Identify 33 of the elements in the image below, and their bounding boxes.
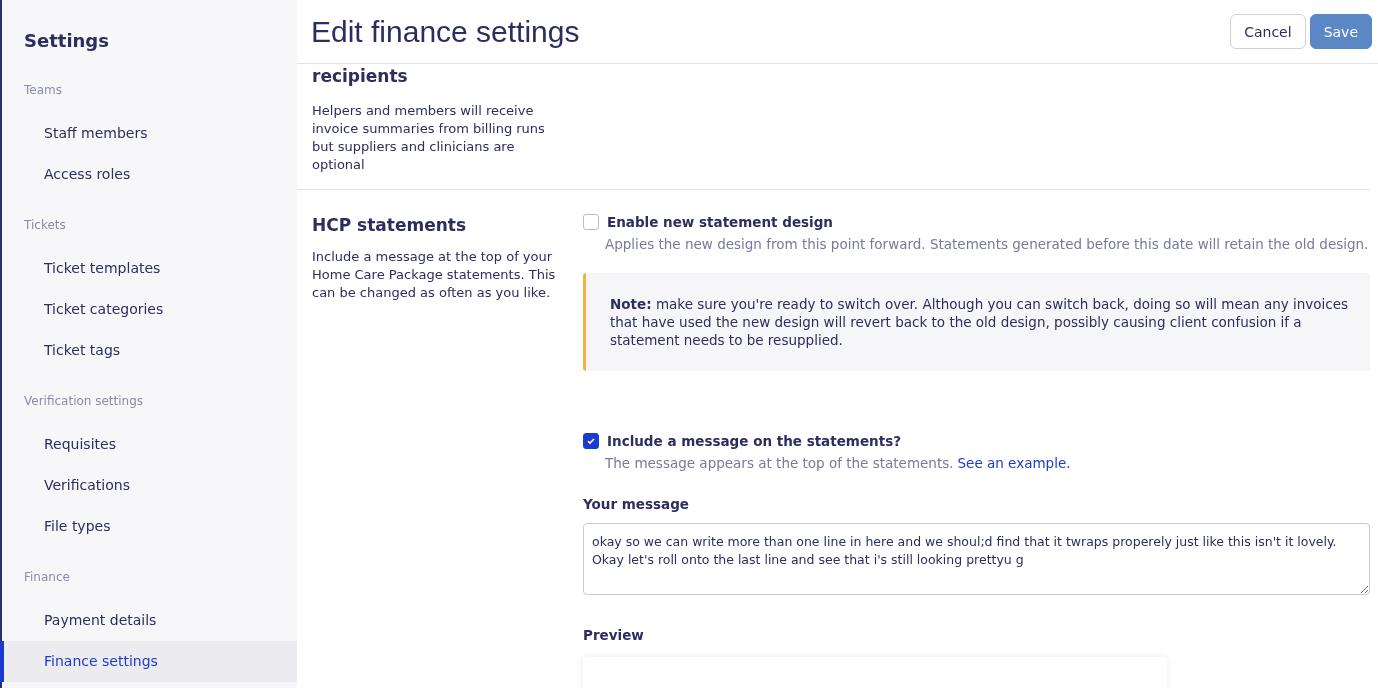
sidebar-item[interactable]: Ticket tags xyxy=(0,330,297,371)
option-description: The message appears at the top of the statements. xyxy=(605,454,954,472)
sidebar-item[interactable]: File types xyxy=(0,506,297,547)
sidebar-item[interactable]: Ticket templates xyxy=(0,248,297,289)
sidebar-item[interactable]: Requisites xyxy=(0,424,297,465)
message-field[interactable]: okay so we can write more than one line in here and we shoul;d find that it twraps properely just like this isn't it lovely. Okay let's roll onto the last line and see that i's still looking prettyu g xyxy=(583,523,1370,595)
section-heading: recipients xyxy=(312,66,409,86)
save-button[interactable]: Save xyxy=(1309,14,1372,49)
group-label: Finance xyxy=(23,569,71,586)
sidebar-item[interactable]: Verifications xyxy=(0,465,297,506)
sidebar-item[interactable]: Staff members xyxy=(0,113,297,154)
field-label: Preview xyxy=(583,627,645,643)
checkbox[interactable] xyxy=(583,433,599,449)
sidebar-item[interactable]: Finance settings xyxy=(0,641,297,682)
field-label: Your message xyxy=(583,496,690,512)
note-callout: Note: make sure you're ready to switch over. Although you can switch back, doing so will mean any invoices that have used the new design will revert back to the old design, possibly causing client confusion if a statement needs to be resupplied. xyxy=(583,273,1370,371)
sidebar-item[interactable]: Payment details xyxy=(0,600,297,641)
sidebar-title: Settings xyxy=(23,29,110,53)
sidebar-item[interactable]: Access roles xyxy=(0,154,297,195)
section-heading: HCP statements xyxy=(312,214,468,236)
checkbox-label: Include a message on the statements? xyxy=(607,433,901,449)
option-description: Applies the new design from this point forward. Statements generated before this date will retain the old design. xyxy=(605,235,1370,253)
group-label: Tickets xyxy=(23,217,67,234)
page-title: Edit finance settings xyxy=(311,14,580,49)
section-description: Helpers and members will receive invoice summaries from billing runs but suppliers and clinicians are optional xyxy=(312,102,546,174)
group-label: Verification settings xyxy=(23,393,145,410)
example-link[interactable]: See an example. xyxy=(957,454,1071,472)
checkbox-label: Enable new statement design xyxy=(607,214,833,230)
group-label: Teams xyxy=(23,82,63,99)
checkbox[interactable] xyxy=(583,214,599,230)
sidebar-item[interactable]: Ticket categories xyxy=(0,289,297,330)
cancel-button[interactable]: Cancel xyxy=(1230,14,1306,49)
section-description: Include a message at the top of your Home Care Package statements. This can be changed as often as you like. xyxy=(312,248,557,302)
